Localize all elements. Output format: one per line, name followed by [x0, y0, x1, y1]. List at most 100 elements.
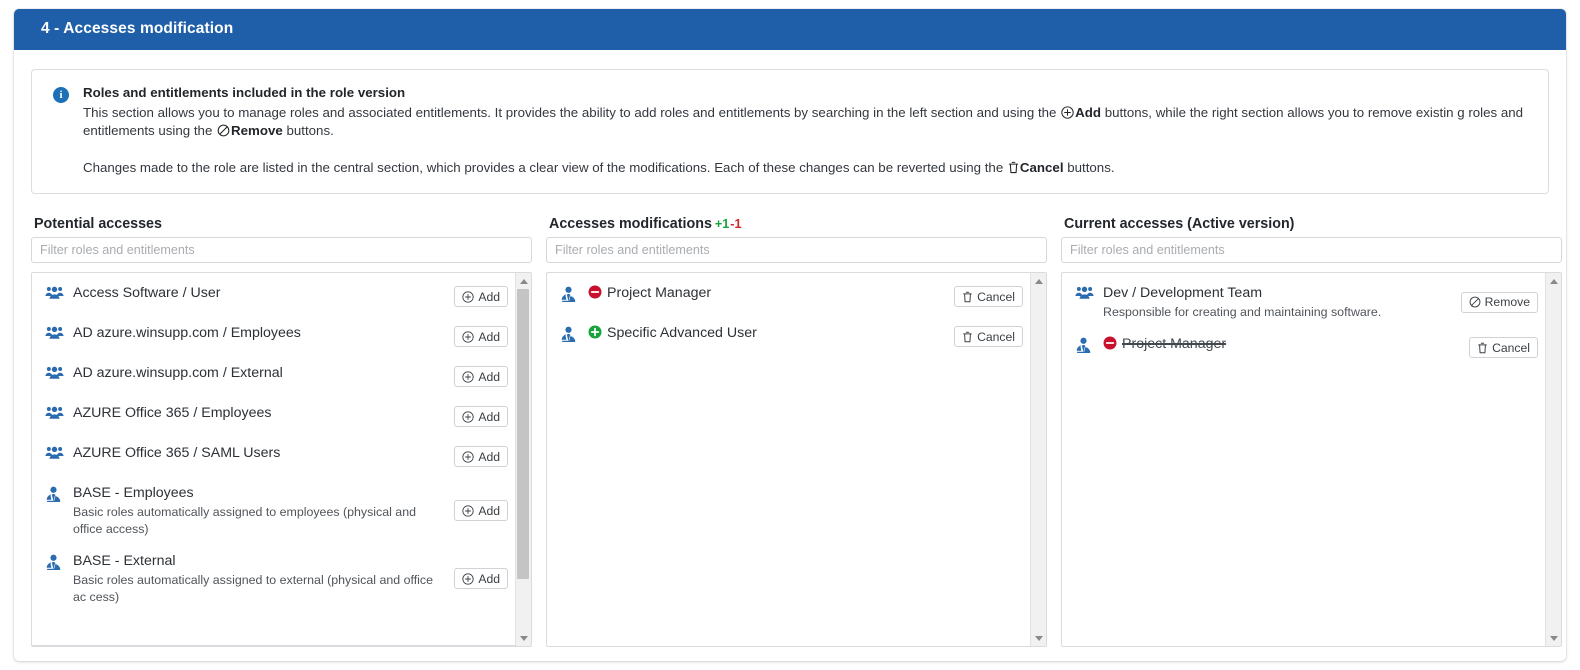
plus-circle-icon — [462, 411, 474, 423]
list-item-content: Access Software / User — [73, 284, 450, 303]
plus-circle-icon — [462, 291, 474, 303]
info-para1-a: This section allows you to manage roles … — [83, 104, 1061, 120]
column-accesses-modifications: Accesses modifications+1-1 Project Manag… — [546, 216, 1047, 647]
current-filter-input[interactable] — [1061, 237, 1562, 263]
scroll-up-arrow-icon[interactable] — [516, 274, 531, 288]
user-tie-icon — [560, 286, 579, 302]
plus-circle-icon — [588, 325, 602, 339]
list-item-label: Dev / Development Team — [1103, 284, 1451, 303]
column-title-potential-label: Potential accesses — [34, 216, 162, 232]
add-button[interactable]: Add — [454, 500, 508, 522]
list-item-content: Dev / Development Team Responsible for cr… — [1103, 284, 1457, 321]
list-item[interactable]: Specific Advanced User Cancel — [547, 317, 1030, 357]
info-remove-label: Remove — [231, 123, 283, 138]
list-item[interactable]: AZURE Office 365 / Employees Add — [32, 397, 515, 437]
info-para2-b: buttons. — [1063, 159, 1115, 175]
trash-icon — [962, 291, 973, 303]
scroll-up-arrow-icon[interactable] — [1546, 274, 1561, 288]
list-item[interactable]: BASE - Employees Basic roles automaticall… — [32, 477, 515, 545]
accesses-modifications-list: Project Manager Cancel Specific Advanced U… — [546, 272, 1047, 647]
cancel-button[interactable]: Cancel — [1469, 337, 1538, 359]
list-item[interactable]: AD azure.winsupp.com / Employees Add — [32, 317, 515, 357]
current-scrollbar[interactable] — [1545, 273, 1561, 646]
add-button[interactable]: Add — [454, 568, 508, 590]
add-button[interactable]: Add — [454, 446, 508, 468]
list-item-label: BASE - Employees — [73, 484, 444, 503]
button-label: Cancel — [1492, 340, 1530, 355]
button-label: Add — [478, 503, 500, 518]
info-para1-c: buttons. — [282, 123, 334, 138]
ban-icon — [1469, 296, 1481, 308]
add-button[interactable]: Add — [454, 406, 508, 428]
removed-count-badge: -1 — [730, 217, 742, 231]
add-button[interactable]: Add — [454, 366, 508, 388]
list-item-description: Basic roles automatically assigned to ex… — [73, 573, 433, 604]
list-item-content: AD azure.winsupp.com / Employees — [73, 324, 450, 343]
current-accesses-list: Dev / Development Team Responsible for cr… — [1061, 272, 1562, 647]
info-add-label: Add — [1075, 104, 1101, 120]
list-item-action: Cancel — [1465, 337, 1538, 359]
list-item-label-text: Access Software / User — [73, 285, 221, 301]
list-item-label: Project Manager — [1103, 335, 1459, 354]
list-item[interactable]: Project Manager Cancel — [1062, 328, 1545, 368]
list-item-content: AD azure.winsupp.com / External — [73, 364, 450, 383]
list-item-label: Access Software / User — [73, 284, 444, 303]
ban-icon — [217, 124, 230, 137]
column-title-modifications-label: Accesses modifications — [549, 216, 712, 232]
list-item-content: Specific Advanced User — [588, 324, 950, 343]
cancel-button[interactable]: Cancel — [954, 326, 1023, 348]
cancel-button[interactable]: Cancel — [954, 286, 1023, 308]
scrollbar-thumb[interactable] — [517, 289, 529, 579]
potential-accesses-list: Access Software / User Add AD azure.winsup… — [31, 272, 532, 647]
list-item[interactable]: AD azure.winsupp.com / External Add — [32, 357, 515, 397]
list-item[interactable]: AZURE Office 365 / SAML Users Add — [32, 437, 515, 477]
list-item-content: AZURE Office 365 / SAML Users — [73, 444, 450, 463]
users-group-icon — [45, 326, 64, 341]
button-label: Add — [478, 329, 500, 344]
list-item-label: Project Manager — [588, 284, 944, 303]
minus-circle-icon — [588, 285, 602, 299]
list-item-action: Add — [450, 326, 508, 348]
page-title: 4 - Accesses modification — [14, 9, 1566, 50]
list-item-label-text: Dev / Development Team — [1103, 285, 1263, 301]
list-item-label: AZURE Office 365 / SAML Users — [73, 444, 444, 463]
list-item-action: Add — [450, 406, 508, 428]
list-item[interactable]: Dev / Development Team Responsible for cr… — [1062, 277, 1545, 328]
list-item[interactable]: Access Software / User Add — [32, 277, 515, 317]
button-label: Add — [478, 289, 500, 304]
info-paragraph-1: This section allows you to manage roles … — [83, 104, 1532, 141]
button-label: Cancel — [977, 289, 1015, 304]
scroll-down-arrow-icon[interactable] — [516, 631, 531, 645]
add-button[interactable]: Add — [454, 326, 508, 348]
list-item[interactable]: Project Manager Cancel — [547, 277, 1030, 317]
trash-icon — [962, 331, 973, 343]
modifications-scrollbar[interactable] — [1030, 273, 1046, 646]
user-tie-icon — [560, 326, 579, 342]
column-title-potential: Potential accesses — [34, 216, 532, 232]
accesses-modification-card: 4 - Accesses modification i Roles and en… — [14, 9, 1566, 661]
trash-icon — [1477, 342, 1488, 354]
list-item-action: Cancel — [950, 326, 1023, 348]
list-item-label: AZURE Office 365 / Employees — [73, 404, 444, 423]
button-label: Remove — [1484, 295, 1530, 310]
users-group-icon — [45, 286, 64, 301]
list-item-action: Cancel — [950, 286, 1023, 308]
potential-scrollbar[interactable] — [515, 273, 531, 646]
potential-filter-input[interactable] — [31, 237, 532, 263]
list-item-content: AZURE Office 365 / Employees — [73, 404, 450, 423]
scroll-down-arrow-icon[interactable] — [1031, 631, 1046, 645]
list-item-label: AD azure.winsupp.com / Employees — [73, 324, 444, 343]
list-item-content: Project Manager — [588, 284, 950, 303]
modifications-filter-input[interactable] — [546, 237, 1047, 263]
remove-button[interactable]: Remove — [1460, 291, 1538, 313]
column-title-current-label: Current accesses (Active version) — [1064, 216, 1295, 232]
scroll-up-arrow-icon[interactable] — [1031, 274, 1046, 288]
list-item-label-text: Project Manager — [607, 285, 712, 301]
add-button[interactable]: Add — [454, 286, 508, 308]
list-item-label-text: AZURE Office 365 / Employees — [73, 405, 272, 421]
list-item-label-text: Project Manager — [1122, 336, 1227, 352]
button-label: Add — [478, 449, 500, 464]
scroll-down-arrow-icon[interactable] — [1546, 631, 1561, 645]
list-item[interactable]: BASE - External Basic roles automatically… — [32, 545, 515, 613]
list-item-label: BASE - External — [73, 552, 444, 571]
